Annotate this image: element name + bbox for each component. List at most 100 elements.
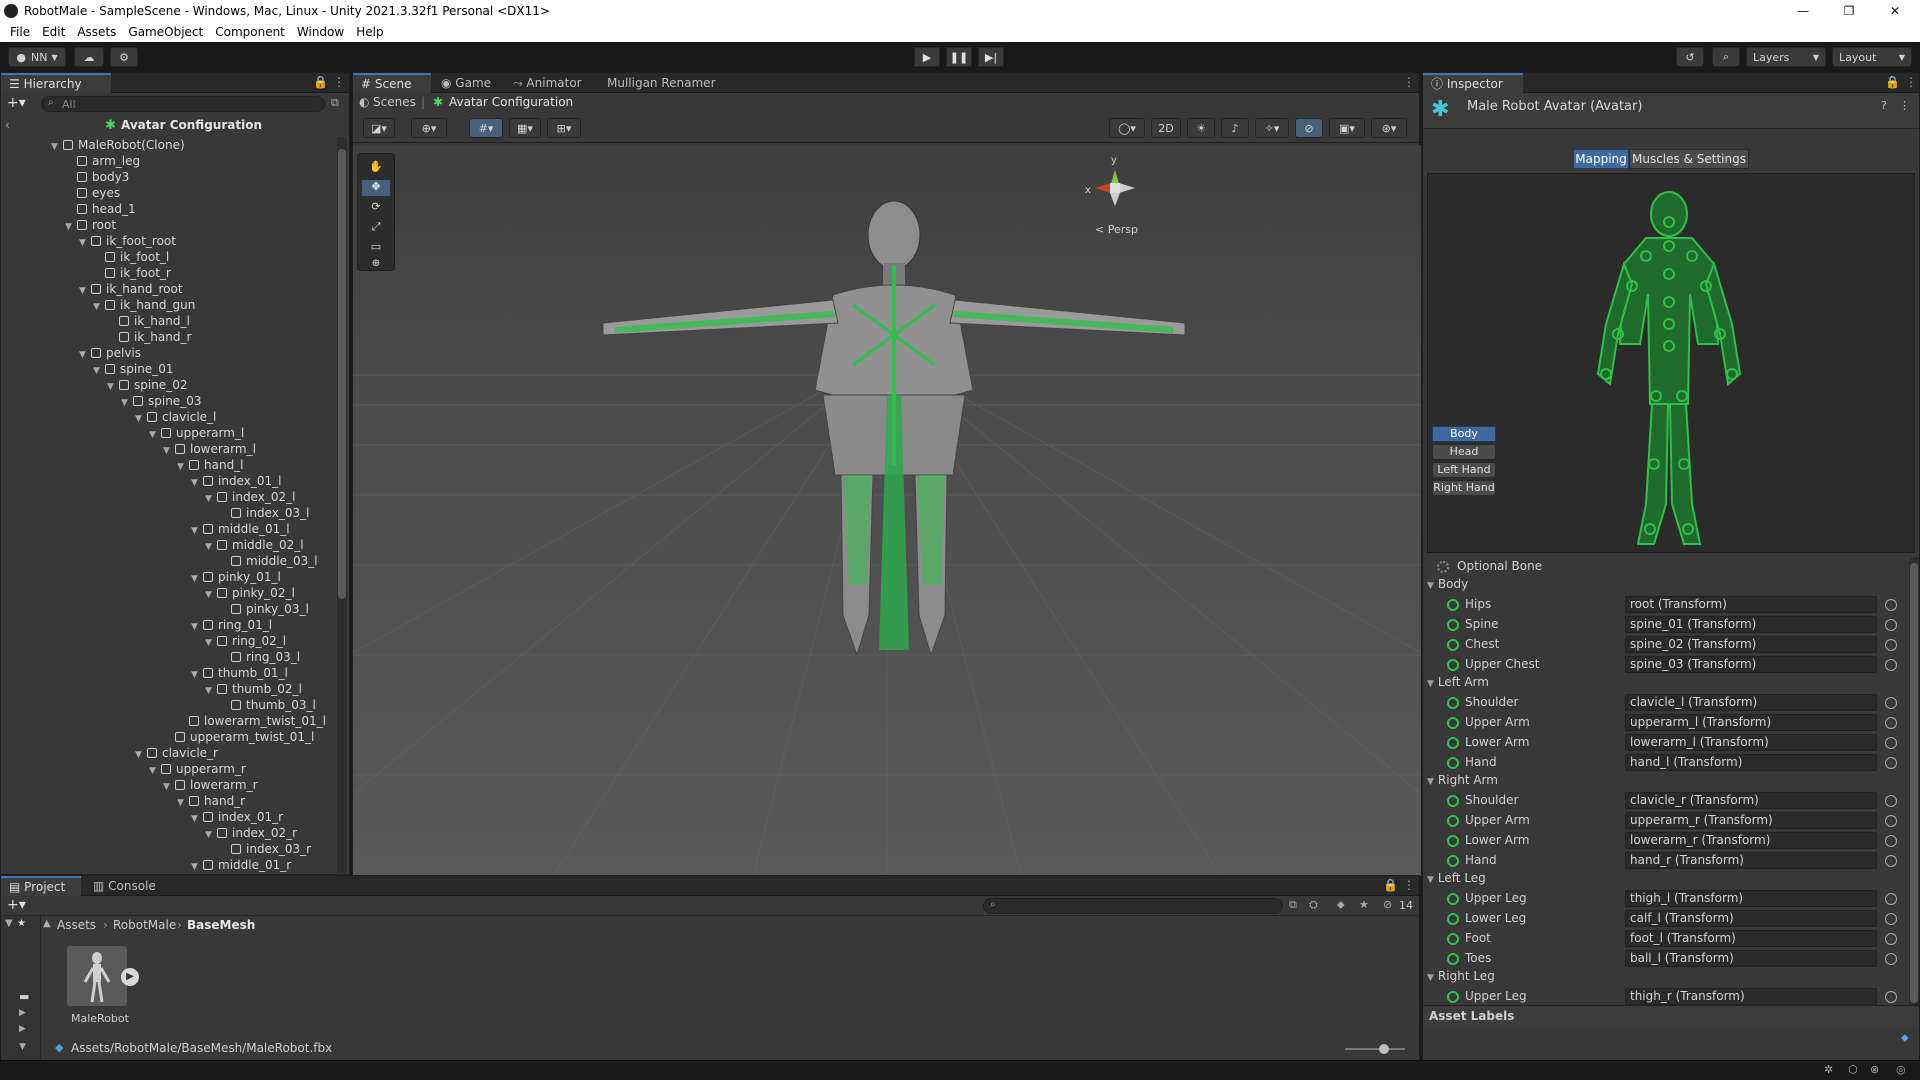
inspector-scroll-thumb[interactable] xyxy=(1910,563,1918,1003)
ruler-dropdown[interactable]: ⊞▾ xyxy=(547,118,581,138)
hierarchy-item[interactable]: ▼ ring_02_l xyxy=(205,633,286,649)
menu-edit[interactable]: Edit xyxy=(36,25,71,39)
hierarchy-item[interactable]: ▼ thumb_02_l xyxy=(205,681,302,697)
hierarchy-item[interactable]: thumb_03_l xyxy=(219,697,316,713)
hierarchy-item[interactable]: ▼ index_02_l xyxy=(205,489,295,505)
lighting-toggle[interactable]: ☀ xyxy=(1187,118,1215,138)
object-picker-icon[interactable] xyxy=(1885,991,1897,1003)
tab-muscles-settings[interactable]: Muscles & Settings xyxy=(1629,149,1749,169)
chevron-down-icon[interactable]: ▼ xyxy=(5,918,13,929)
hierarchy-item[interactable]: body3 xyxy=(65,169,129,185)
expand-triangle-icon[interactable]: ▼ xyxy=(191,475,203,491)
camera-mode-dropdown[interactable]: ◯▾ xyxy=(1109,118,1145,138)
expand-triangle-icon[interactable]: ▼ xyxy=(79,347,91,363)
hierarchy-scroll-thumb[interactable] xyxy=(338,149,346,599)
bone-transform-field[interactable]: foot_l (Transform) xyxy=(1625,930,1877,947)
expand-triangle-icon[interactable]: ▼ xyxy=(135,411,147,427)
hierarchy-item[interactable]: ik_foot_l xyxy=(93,249,169,265)
toggle-2d-button[interactable]: 2D xyxy=(1151,118,1181,138)
body-view-button[interactable]: Body xyxy=(1432,426,1496,442)
perspective-label[interactable]: < Persp xyxy=(1095,223,1138,236)
layers-dropdown[interactable]: Layers ▼ xyxy=(1746,47,1826,67)
bone-transform-field[interactable]: hand_l (Transform) xyxy=(1625,754,1877,771)
object-picker-icon[interactable] xyxy=(1885,795,1897,807)
filter-icon[interactable]: ⛭ xyxy=(1309,898,1318,912)
tab-mulligan-renamer[interactable]: Mulligan Renamer xyxy=(599,73,724,93)
bone-transform-field[interactable]: upperarm_l (Transform) xyxy=(1625,714,1877,731)
menu-help[interactable]: Help xyxy=(350,25,389,39)
bone-transform-field[interactable]: ball_l (Transform) xyxy=(1625,950,1877,967)
hierarchy-item[interactable]: ▼ upperarm_r xyxy=(149,761,246,777)
object-picker-icon[interactable] xyxy=(1885,737,1897,749)
hierarchy-item[interactable]: ▼ clavicle_l xyxy=(135,409,216,425)
hierarchy-item[interactable]: ik_foot_r xyxy=(93,265,171,281)
expand-triangle-icon[interactable]: ▼ xyxy=(79,235,91,251)
minimize-button[interactable]: — xyxy=(1780,0,1826,22)
rect-tool-icon[interactable]: ▭ xyxy=(362,240,390,256)
gizmos-dropdown[interactable]: ⊛▾ xyxy=(1371,118,1407,138)
hierarchy-item[interactable]: ▼ pinky_01_l xyxy=(191,569,281,585)
hierarchy-item[interactable]: ik_hand_r xyxy=(107,329,191,345)
expand-triangle-icon[interactable]: ▼ xyxy=(191,523,203,539)
tab-game[interactable]: ◉ Game xyxy=(433,73,499,93)
expand-triangle-icon[interactable]: ▼ xyxy=(191,811,203,827)
inspector-scrollbar[interactable] xyxy=(1909,557,1919,1027)
bone-transform-field[interactable]: lowerarm_r (Transform) xyxy=(1625,832,1877,849)
tab-mapping[interactable]: Mapping xyxy=(1573,149,1629,169)
expand-triangle-icon[interactable]: ▼ xyxy=(93,363,105,379)
scale-tool-icon[interactable]: ⤢ xyxy=(362,220,390,236)
expand-triangle-icon[interactable]: ▼ xyxy=(93,299,105,315)
zoom-slider[interactable] xyxy=(1345,1044,1405,1054)
back-chevron-icon[interactable]: ‹ xyxy=(5,118,10,132)
tag-icon[interactable]: ⬥ xyxy=(1901,1031,1909,1045)
object-picker-icon[interactable] xyxy=(1885,913,1897,925)
camera-dropdown[interactable]: ▣▾ xyxy=(1329,118,1365,138)
search-button[interactable]: ⌕ xyxy=(1712,47,1740,67)
expand-triangle-icon[interactable]: ▼ xyxy=(205,491,217,507)
hierarchy-item[interactable]: ▼ upperarm_l xyxy=(149,425,244,441)
menu-file[interactable]: File xyxy=(4,25,36,39)
scene-search-icon[interactable]: ⧉ xyxy=(331,96,339,110)
layout-dropdown[interactable]: Layout ▼ xyxy=(1832,47,1912,67)
object-picker-icon[interactable] xyxy=(1885,757,1897,769)
hierarchy-item[interactable]: index_03_l xyxy=(219,505,309,521)
bone-transform-field[interactable]: thigh_r (Transform) xyxy=(1625,988,1877,1005)
hierarchy-item[interactable]: eyes xyxy=(65,185,120,201)
menu-component[interactable]: Component xyxy=(209,25,291,39)
pivot-dropdown[interactable]: ⊕▾ xyxy=(411,118,447,138)
expand-triangle-icon[interactable]: ▼ xyxy=(107,379,119,395)
mapping-group-header[interactable]: ▼ Body xyxy=(1427,577,1468,595)
orientation-gizmo[interactable] xyxy=(1095,170,1135,206)
mapping-group-header[interactable]: ▼ Right Arm xyxy=(1427,773,1498,791)
kebab-menu-icon[interactable]: ⋮ xyxy=(1905,75,1917,89)
object-picker-icon[interactable] xyxy=(1885,953,1897,965)
object-picker-icon[interactable] xyxy=(1885,933,1897,945)
progress-icon[interactable]: ⬡ xyxy=(1848,1063,1858,1076)
hierarchy-item[interactable]: ▼ ik_foot_root xyxy=(79,233,176,249)
expand-triangle-icon[interactable]: ▼ xyxy=(135,747,147,763)
hierarchy-item[interactable]: middle_03_l xyxy=(219,553,318,569)
object-picker-icon[interactable] xyxy=(1885,599,1897,611)
object-picker-icon[interactable] xyxy=(1885,697,1897,709)
hand-tool-icon[interactable]: ✋ xyxy=(362,160,390,176)
breadcrumb-robotmale[interactable]: RobotMale xyxy=(113,918,176,932)
expand-triangle-icon[interactable]: ▼ xyxy=(191,571,203,587)
lock-icon[interactable]: 🔒 xyxy=(313,75,328,89)
bone-transform-field[interactable]: spine_03 (Transform) xyxy=(1625,656,1877,673)
hierarchy-item[interactable]: ▼ index_01_r xyxy=(191,809,283,825)
expand-triangle-icon[interactable]: ▼ xyxy=(121,395,133,411)
chevron-right-icon[interactable]: ▶ xyxy=(19,1024,26,1034)
object-picker-icon[interactable] xyxy=(1885,815,1897,827)
kebab-menu-icon[interactable]: ⋮ xyxy=(1403,75,1415,89)
hierarchy-search[interactable]: ⌕ All xyxy=(41,96,325,112)
hierarchy-item[interactable]: ▼ spine_02 xyxy=(107,377,187,393)
asset-name[interactable]: MaleRobot xyxy=(71,1012,129,1025)
breadcrumb-avatar-configuration[interactable]: Avatar Configuration xyxy=(449,95,573,109)
hierarchy-item[interactable]: ▼ ring_01_l xyxy=(191,617,272,633)
bone-transform-field[interactable]: hand_r (Transform) xyxy=(1625,852,1877,869)
draw-mode-dropdown[interactable]: ◪▾ xyxy=(363,118,395,138)
expand-triangle-icon[interactable]: ▼ xyxy=(205,539,217,555)
expand-triangle-icon[interactable]: ▼ xyxy=(205,587,217,603)
transform-tool-icon[interactable]: ⊕ xyxy=(362,258,390,270)
object-picker-icon[interactable] xyxy=(1885,855,1897,867)
